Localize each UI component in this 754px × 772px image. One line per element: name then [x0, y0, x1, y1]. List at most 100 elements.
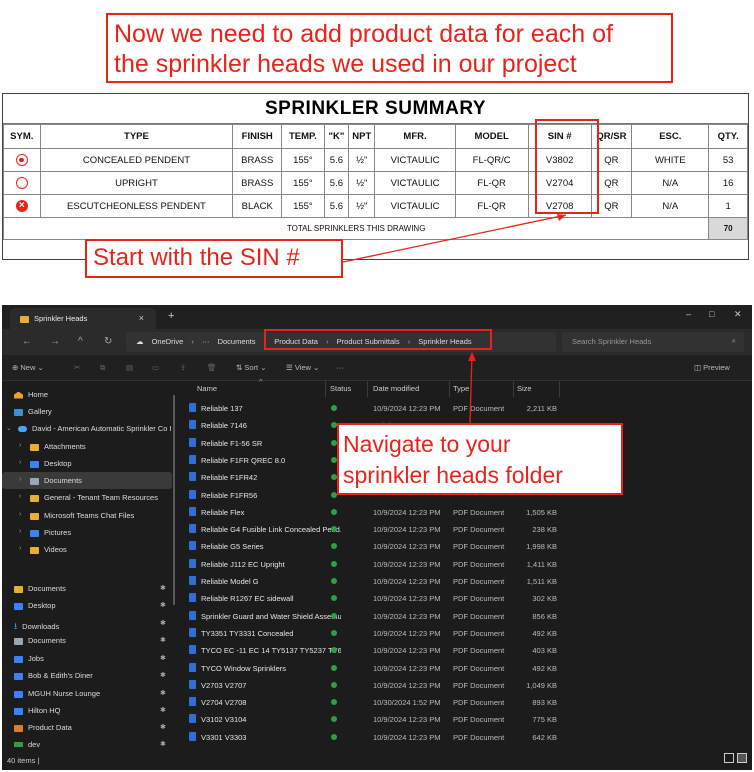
quick-access-jobs[interactable]: Jobs ✱: [2, 650, 172, 667]
file-size: 1,511 KB: [526, 577, 557, 586]
sidebar-item-documents[interactable]: › Documents: [2, 472, 172, 489]
chevron-right-icon: ›: [326, 337, 329, 346]
file-row[interactable]: TYCO EC -11 EC 14 TY5137 TY5237 TY613...…: [177, 641, 752, 658]
search-input[interactable]: Search Sprinkler Heads ⌕: [562, 332, 744, 352]
sidebar-item-gallery[interactable]: Gallery: [2, 403, 172, 420]
summary-title: SPRINKLER SUMMARY: [3, 94, 748, 124]
up-button[interactable]: ^: [78, 336, 83, 347]
column-header-size[interactable]: Size: [517, 384, 532, 393]
share-icon[interactable]: ⇪: [180, 363, 186, 372]
new-tab-button[interactable]: +: [168, 310, 174, 322]
sidebar-item-videos[interactable]: › Videos: [2, 541, 172, 558]
breadcrumb-documents[interactable]: Documents: [218, 337, 256, 346]
rename-icon[interactable]: ▭: [152, 363, 159, 372]
new-button[interactable]: ⊕ New ⌄: [12, 363, 44, 372]
col-model: MODEL: [454, 124, 529, 149]
column-divider[interactable]: [559, 381, 560, 397]
pdf-file-icon: [189, 558, 196, 568]
column-divider[interactable]: [325, 381, 326, 397]
pdf-file-icon: [189, 524, 196, 534]
breadcrumb[interactable]: ☁ OneDrive › ··· Documents › Product Dat…: [126, 332, 556, 352]
file-row[interactable]: Reliable G4 Fusible Link Concealed Pend.…: [177, 520, 752, 537]
sidebar-scrollbar[interactable]: [173, 395, 175, 605]
refresh-button[interactable]: ↻: [104, 336, 112, 347]
file-row[interactable]: Reliable Flex 10/9/2024 12:23 PM PDF Docum…: [177, 503, 752, 520]
file-row[interactable]: TY3351 TY3331 Concealed 10/9/2024 12:23 P…: [177, 624, 752, 641]
quick-access-product-data[interactable]: Product Data ✱: [2, 719, 172, 736]
quick-access-desktop[interactable]: Desktop ✱: [2, 597, 172, 614]
navigate-callout: Navigate to your sprinkler heads folder: [337, 423, 623, 495]
details-view-icon[interactable]: [724, 753, 734, 763]
copy-icon[interactable]: ⧉: [100, 363, 105, 373]
cell-finish: BRASS: [232, 171, 283, 195]
pdf-file-icon: [189, 714, 196, 724]
sidebar-item-home[interactable]: Home: [2, 386, 172, 403]
chevron-right-icon: ›: [19, 511, 22, 518]
tab-close-icon[interactable]: ×: [139, 313, 144, 323]
file-row[interactable]: V3301 V3303 10/9/2024 12:23 PM PDF Documen…: [177, 728, 752, 745]
quick-access-documents[interactable]: Documents ✱: [2, 580, 172, 597]
breadcrumb-onedrive[interactable]: OneDrive: [152, 337, 184, 346]
file-size: 403 KB: [532, 646, 557, 656]
file-row[interactable]: V2704 V2708 10/30/2024 1:52 PM PDF Documen…: [177, 693, 752, 710]
tab-sprinkler-heads[interactable]: Sprinkler Heads ×: [10, 308, 156, 329]
sort-ascending-icon: ^: [259, 377, 263, 386]
delete-icon[interactable]: 🗑: [207, 363, 217, 372]
cell-model: FL-QR: [454, 171, 529, 195]
file-row[interactable]: Reliable G5 Series 10/9/2024 12:23 PM PDF …: [177, 537, 752, 554]
column-divider[interactable]: [513, 381, 514, 397]
breadcrumb-product-submittals[interactable]: Product Submittals: [337, 337, 400, 346]
summary-row: × ESCUTCHEONLESS PENDENT BLACK 155° 5.6 …: [3, 194, 748, 218]
quick-access-documents-2[interactable]: Documents ✱: [2, 632, 172, 649]
quick-access-hilton-hq[interactable]: Hilton HQ ✱: [2, 702, 172, 719]
chevron-right-icon: ›: [19, 442, 22, 449]
quick-access-mguh-nurse-lounge[interactable]: MGUH Nurse Lounge ✱: [2, 685, 172, 702]
column-header-date-modified[interactable]: Date modified: [373, 384, 419, 393]
column-header-type[interactable]: Type: [453, 384, 469, 393]
file-row[interactable]: TYCO Window Sprinklers 10/9/2024 12:23 PM…: [177, 659, 752, 676]
breadcrumb-more[interactable]: ···: [202, 337, 210, 346]
minimize-button[interactable]: –: [686, 309, 691, 319]
sidebar-item-desktop[interactable]: › Desktop: [2, 455, 172, 472]
more-options-button[interactable]: ···: [336, 363, 344, 372]
file-row[interactable]: Reliable J112 EC Upright 10/9/2024 12:23 …: [177, 555, 752, 572]
column-header-name[interactable]: Name: [197, 384, 217, 393]
sidebar-item-teams-chat-files[interactable]: › Microsoft Teams Chat Files: [2, 507, 172, 524]
pdf-file-icon: [189, 403, 196, 412]
sort-button[interactable]: ⇅ Sort ⌄: [236, 363, 267, 372]
col-esc: ESC.: [631, 124, 710, 149]
preview-button[interactable]: ◫ Preview: [694, 363, 730, 372]
tiles-view-icon[interactable]: [737, 753, 747, 763]
column-header-status[interactable]: Status: [330, 384, 351, 393]
breadcrumb-sprinkler-heads[interactable]: Sprinkler Heads: [418, 337, 471, 346]
quick-access-bob-ediths-diner[interactable]: Bob & Edith's Diner ✱: [2, 667, 172, 684]
cell-qty: 53: [708, 148, 748, 172]
file-row[interactable]: V3102 V3104 10/9/2024 12:23 PM PDF Documen…: [177, 710, 752, 727]
cut-icon[interactable]: ✂: [74, 363, 80, 372]
folder-icon: [14, 724, 23, 732]
sidebar-item-general-tenant[interactable]: › General - Tenant Team Resources: [2, 489, 172, 506]
sidebar-item-pictures[interactable]: › Pictures: [2, 524, 172, 541]
file-row[interactable]: Reliable 137 10/9/2024 12:23 PM PDF Docume…: [177, 399, 752, 416]
quick-access-downloads[interactable]: ⭳ Downloads ✱: [2, 615, 172, 632]
column-divider[interactable]: [367, 381, 368, 397]
breadcrumb-product-data[interactable]: Product Data: [274, 337, 318, 346]
file-date: 10/9/2024 12:23 PM: [373, 542, 441, 552]
file-row[interactable]: Reliable Model G 10/9/2024 12:23 PM PDF Do…: [177, 572, 752, 589]
col-sin: SIN #: [527, 124, 592, 149]
back-button[interactable]: ←: [22, 336, 32, 347]
column-divider[interactable]: [449, 381, 450, 397]
close-window-button[interactable]: ✕: [734, 309, 742, 320]
sidebar-item-onedrive-account[interactable]: ⌄ David - American Automatic Sprinkler Co…: [2, 420, 172, 437]
file-size: 893 KB: [532, 698, 557, 708]
file-size: 492 KB: [532, 628, 557, 638]
sidebar-item-attachments[interactable]: › Attachments: [2, 438, 172, 455]
cell-sin: V2704: [527, 171, 592, 195]
file-row[interactable]: Reliable R1267 EC sidewall 10/9/2024 12:2…: [177, 589, 752, 606]
maximize-button[interactable]: □: [709, 309, 714, 319]
forward-button[interactable]: →: [50, 336, 60, 347]
file-row[interactable]: V2703 V2707 10/9/2024 12:23 PM PDF Documen…: [177, 676, 752, 693]
file-row[interactable]: Sprinkler Guard and Water Shield Assemu.…: [177, 607, 752, 624]
view-button[interactable]: ☰ View ⌄: [286, 363, 319, 372]
paste-icon[interactable]: ▤: [126, 363, 133, 372]
